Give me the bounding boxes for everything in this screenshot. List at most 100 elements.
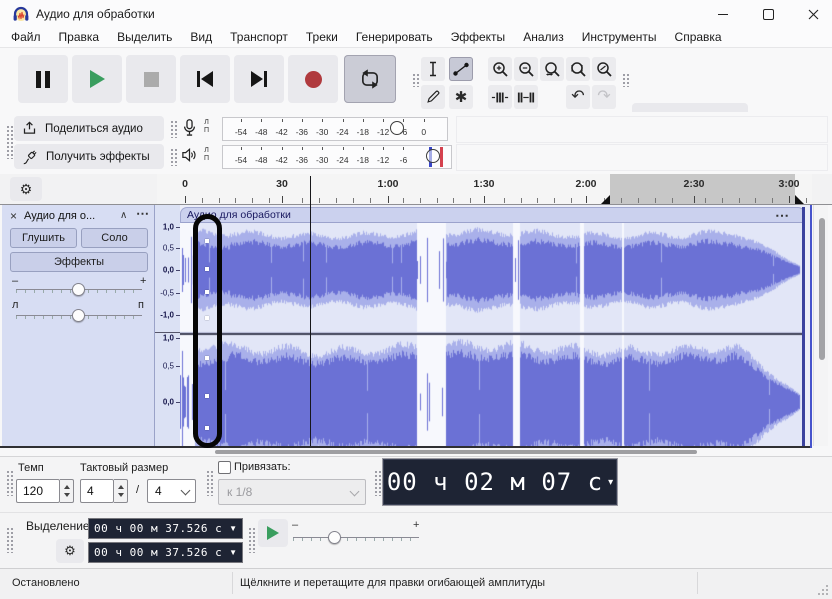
menu-item[interactable]: Эффекты: [442, 28, 515, 47]
audio-position-display[interactable]: 00 ч 02 м 07 с ▾: [382, 458, 618, 506]
meter-scale-label: -24: [336, 127, 349, 137]
solo-button[interactable]: Соло: [81, 228, 148, 248]
meter-scale-tick: [241, 119, 242, 122]
menu-item[interactable]: Вид: [181, 28, 221, 47]
track-collapse-icon[interactable]: ∧: [120, 210, 127, 221]
annotation-highlight-oval: [193, 214, 222, 448]
zoom-selection-button[interactable]: [540, 57, 564, 81]
title-bar[interactable]: Аудио для обработки: [0, 0, 832, 28]
beats-spinner[interactable]: [114, 479, 128, 503]
selection-end-field[interactable]: 00 ч 00 м 37.526 с ▼: [88, 542, 243, 563]
menu-item[interactable]: Справка: [666, 28, 731, 47]
minimize-button[interactable]: [701, 0, 745, 28]
vertical-scrollbar[interactable]: [813, 205, 828, 446]
playback-meter-channels: ЛП: [204, 147, 210, 162]
zoom-fit-button[interactable]: [566, 57, 590, 81]
track-title[interactable]: Аудио для о...: [24, 210, 116, 222]
selection-start-field[interactable]: 00 ч 00 м 37.526 с ▼: [88, 518, 243, 539]
playback-speaker-icon[interactable]: [181, 148, 198, 162]
envelope-tool-button[interactable]: [449, 57, 473, 81]
amplitude-ruler[interactable]: 1,0 0,5 0,0 -0,5 -1,0 1,0 0,5 0,0: [155, 205, 180, 446]
share-grip[interactable]: [6, 125, 13, 159]
pan-slider-handle[interactable]: [72, 309, 85, 322]
meter-slider-handle[interactable]: [426, 149, 440, 163]
menu-item[interactable]: Генерировать: [347, 28, 442, 47]
loop-button[interactable]: [344, 55, 396, 103]
close-icon: [808, 9, 818, 19]
track-menu-icon[interactable]: ⋯: [136, 206, 149, 222]
record-meter-grip[interactable]: [170, 120, 177, 138]
meter-scale-label: -36: [295, 127, 309, 137]
redo-button[interactable]: ↷: [592, 85, 616, 109]
snap-checkbox[interactable]: [218, 461, 231, 474]
selection-options-button[interactable]: ⚙: [56, 539, 84, 563]
menu-item[interactable]: Выделить: [108, 28, 181, 47]
timeline-options-button[interactable]: ⚙: [10, 177, 42, 201]
meter-scale-label: -42: [275, 155, 288, 165]
multi-tool-button[interactable]: ✱: [449, 85, 473, 109]
play-button[interactable]: [72, 55, 122, 103]
time-signature-slash: /: [136, 484, 140, 496]
snap-grip[interactable]: [206, 470, 213, 496]
stop-button[interactable]: [126, 55, 176, 103]
tools-grip[interactable]: [412, 73, 419, 87]
play-speed-slider-handle[interactable]: [328, 531, 341, 544]
effects-button[interactable]: Эффекты: [10, 252, 148, 272]
record-meter[interactable]: -54 -48 -42 -36 -30 -24 -18 -12 -6 0: [222, 117, 448, 141]
beats-input[interactable]: [80, 479, 114, 503]
microphone-icon[interactable]: [182, 118, 197, 138]
menu-item[interactable]: Правка: [50, 28, 109, 47]
vertical-scrollbar-thumb[interactable]: [819, 218, 825, 360]
menu-item[interactable]: Транспорт: [221, 28, 297, 47]
maximize-button[interactable]: [746, 0, 790, 28]
zoom-in-button[interactable]: [488, 57, 512, 81]
meter-scale-label: -6: [399, 155, 408, 165]
clip-header[interactable]: Аудио для обработки ⋯: [180, 207, 805, 223]
get-effects-button[interactable]: Получить эффекты: [14, 144, 164, 169]
selection-tool-button[interactable]: [421, 57, 445, 81]
zoom-out-button[interactable]: [514, 57, 538, 81]
menu-item[interactable]: Анализ: [514, 28, 573, 47]
menu-item[interactable]: Треки: [297, 28, 347, 47]
close-button[interactable]: [791, 0, 832, 28]
menu-item[interactable]: Файл: [2, 28, 50, 47]
playback-meter[interactable]: -54 -48 -42 -36 -30 -24 -18 -12 -6: [222, 145, 452, 169]
skip-to-end-button[interactable]: [234, 55, 284, 103]
audio-setup-grip[interactable]: [622, 73, 629, 87]
skip-to-start-button[interactable]: [180, 55, 230, 103]
timeline-ruler[interactable]: 0 30 1:00 1:30 2:00 2:30 3:00: [157, 174, 812, 204]
play-at-speed-button[interactable]: [258, 519, 288, 547]
time-signature-grip[interactable]: [6, 470, 13, 496]
pause-icon: [36, 70, 50, 88]
tempo-spinner[interactable]: [60, 479, 74, 503]
gain-slider-handle[interactable]: [72, 283, 85, 296]
denominator-combo[interactable]: 4: [147, 479, 196, 503]
pause-button[interactable]: [18, 55, 68, 103]
snap-combo[interactable]: к 1/8: [218, 479, 366, 505]
clip-menu-icon[interactable]: ⋯: [775, 207, 790, 224]
meter-slider-handle[interactable]: [390, 121, 404, 135]
get-effects-label: Получить эффекты: [46, 150, 150, 163]
window-resize-grip[interactable]: [818, 585, 820, 587]
selection-grip[interactable]: [6, 527, 13, 553]
play-speed-grip[interactable]: [248, 527, 255, 553]
tempo-input[interactable]: [16, 479, 60, 503]
time-format-dropdown-icon[interactable]: ▾: [608, 477, 613, 488]
menu-item[interactable]: Инструменты: [573, 28, 666, 47]
horizontal-scrollbar[interactable]: [0, 448, 812, 456]
loop-handle-right[interactable]: [795, 195, 804, 204]
trim-outside-selection-button[interactable]: [488, 85, 512, 109]
silence-selection-button[interactable]: [514, 85, 538, 109]
undo-button[interactable]: ↶: [566, 85, 590, 109]
mute-button[interactable]: Глушить: [10, 228, 77, 248]
zoom-toggle-button[interactable]: [592, 57, 616, 81]
horizontal-scrollbar-thumb[interactable]: [215, 450, 697, 454]
record-button[interactable]: [288, 55, 338, 103]
track-close-icon[interactable]: ×: [10, 209, 17, 223]
draw-tool-button[interactable]: [421, 85, 445, 109]
waveform-canvas[interactable]: [180, 223, 805, 446]
playback-meter-grip[interactable]: [170, 148, 177, 166]
time-display-grip[interactable]: [374, 470, 381, 496]
share-audio-button[interactable]: Поделиться аудио: [14, 116, 164, 141]
loop-handle-left[interactable]: [601, 195, 610, 204]
